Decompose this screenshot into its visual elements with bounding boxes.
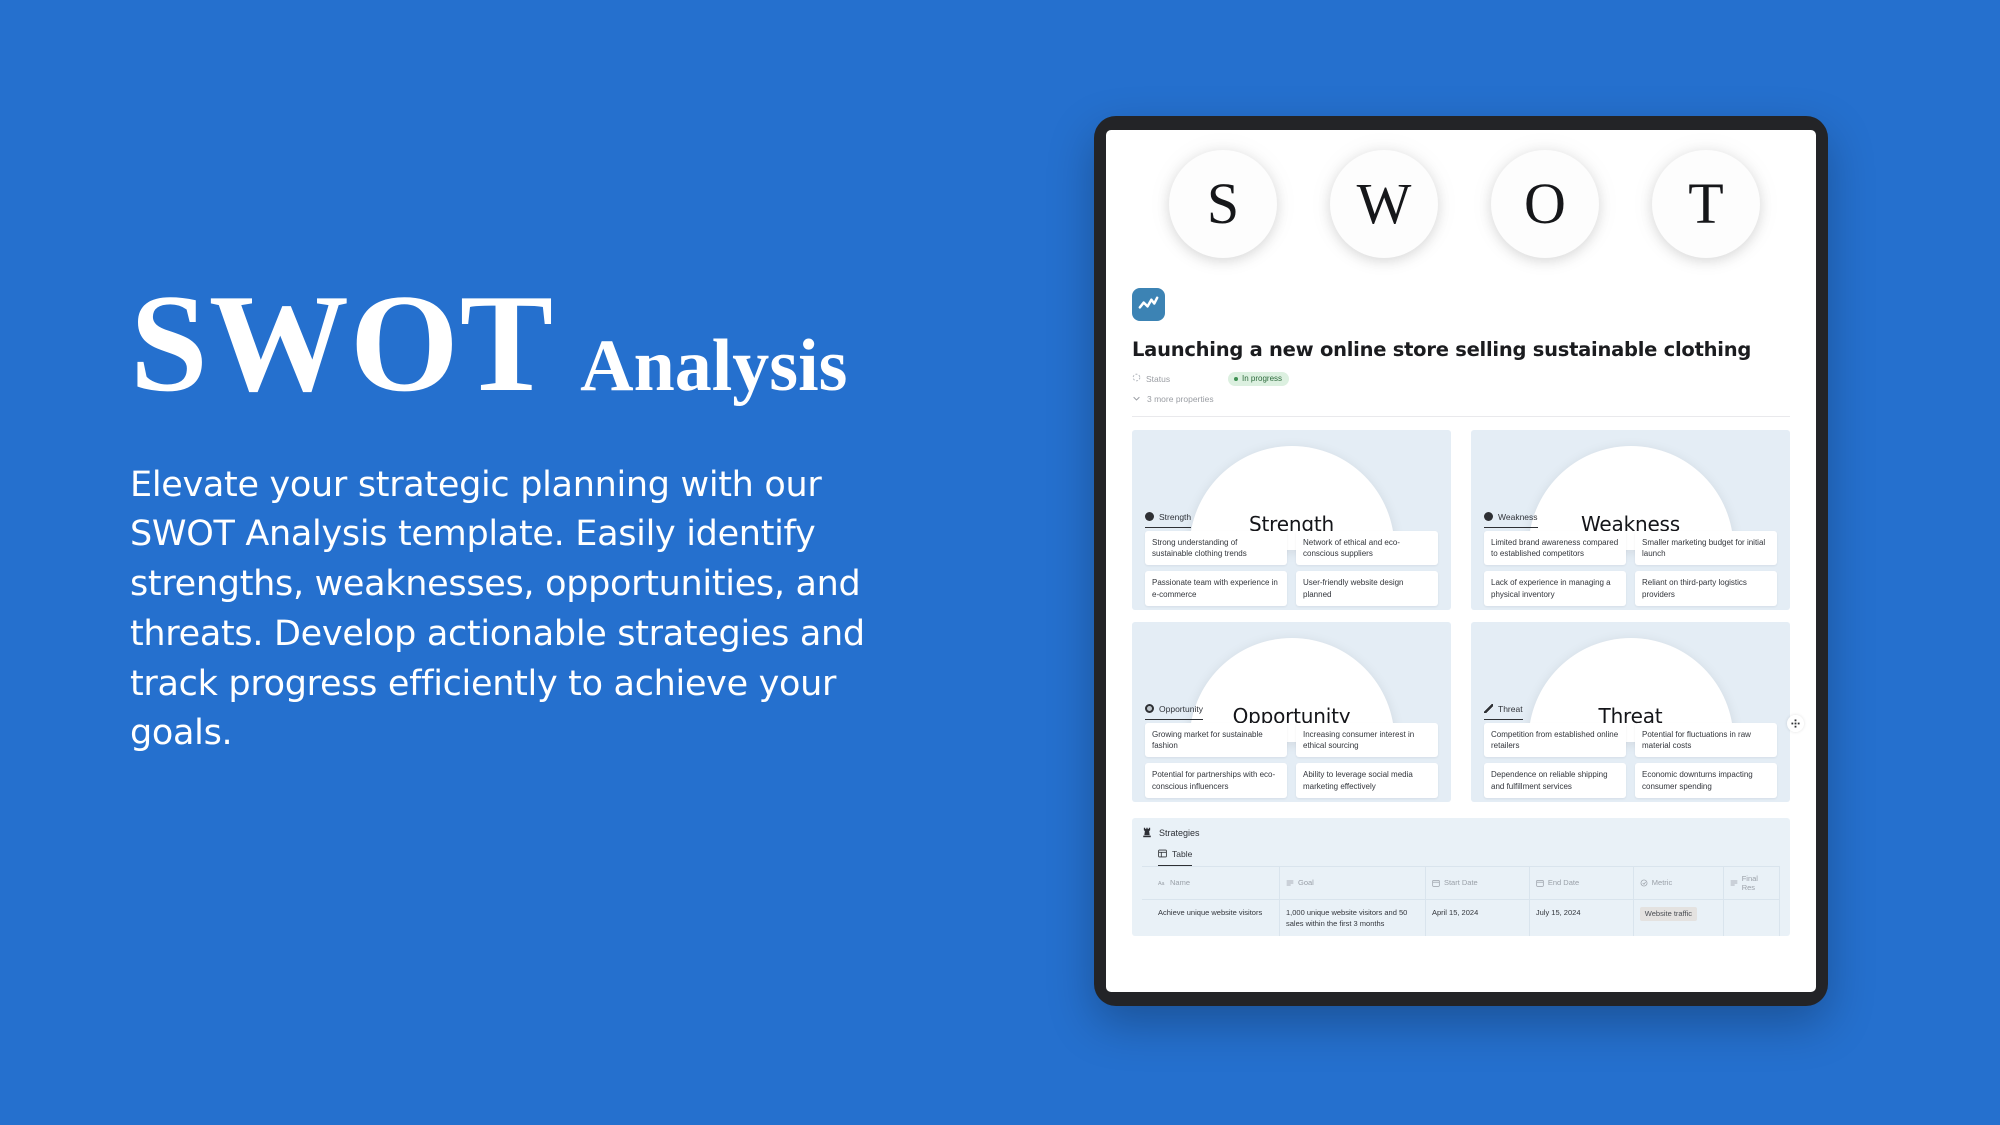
strategies-header: Strategies [1142,827,1780,840]
quadrant-card[interactable]: User-friendly website design planned [1296,571,1438,606]
cell-name[interactable]: Achieve unique website visitors [1142,899,1280,936]
quadrant-card[interactable]: Growing market for sustainable fashion [1145,722,1287,758]
promo-title-sub: Analysis [580,325,848,407]
quadrant-tab-label: Strength [1159,511,1192,522]
quadrant-card[interactable]: Network of ethical and eco-conscious sup… [1296,530,1438,566]
text-lines-icon [1730,879,1738,887]
quadrant-tab-threat[interactable]: Threat [1484,704,1523,720]
column-header-name[interactable]: Aa Name [1142,865,1280,900]
promo-title: SWOT Analysis [130,266,960,421]
status-label-group: Status [1132,373,1228,384]
quadrant-items-opportunity: Growing market for sustainable fashion I… [1145,722,1438,802]
strategies-view-tab-table[interactable]: Table [1158,849,1193,866]
quadrant-items-threat: Competition from established online reta… [1484,722,1777,802]
strategies-table: Aa Name Goal Start Date End Date Metric … [1142,865,1781,936]
promo-title-main: SWOT [130,266,555,421]
quadrant-threat: Threat Threat Competition from establish… [1471,621,1790,802]
quadrant-card[interactable]: Limited brand awareness compared to esta… [1484,530,1626,566]
quadrant-tab-label: Threat [1498,703,1523,714]
status-badge-label: In progress [1242,374,1283,383]
column-header-label: Final Res [1741,873,1758,892]
quadrant-card[interactable]: Dependence on reliable shipping and fulf… [1484,763,1626,798]
cell-end-date[interactable]: July 15, 2024 [1529,899,1634,936]
quadrant-card[interactable]: Ability to leverage social media marketi… [1296,763,1438,798]
column-header-goal[interactable]: Goal [1279,865,1426,900]
quadrant-tab-opportunity[interactable]: Opportunity [1145,704,1203,720]
target-icon [1145,704,1154,713]
promo-description: Elevate your strategic planning with our… [130,464,865,754]
swot-quadrant-grid: Strength Strength Strong understanding o… [1124,417,1798,802]
quadrant-card[interactable]: Reliant on third-party logistics provide… [1635,571,1777,606]
quadrant-opportunity: Opportunity Opportunity Growing market f… [1132,621,1451,802]
tablet-frame: S W O T Launching a new online store sel… [1094,116,1828,1006]
quadrant-card[interactable]: Potential for fluctuations in raw materi… [1635,722,1777,758]
select-icon [1640,879,1648,887]
swot-letter-row: S W O T [1124,130,1798,258]
pen-icon [1484,704,1493,713]
chess-rook-icon [1142,827,1152,840]
column-header-metric[interactable]: Metric [1633,865,1724,900]
metric-badge: Website traffic [1639,906,1698,921]
promo-panel: SWOT Analysis Elevate your strategic pla… [130,266,960,759]
quadrant-card[interactable]: Economic downturns impacting consumer sp… [1635,763,1777,798]
quadrant-card[interactable]: Competition from established online reta… [1484,722,1626,758]
quadrant-weakness: Weakness Weakness Limited brand awarenes… [1471,429,1790,610]
column-header-end-date[interactable]: End Date [1529,865,1634,900]
table-header-row: Aa Name Goal Start Date End Date Metric … [1142,865,1781,900]
letter-circle-w: W [1330,150,1438,258]
text-aa-icon: Aa [1158,879,1166,887]
strategies-view-tab-label: Table [1172,849,1193,859]
table-icon [1158,849,1167,860]
quadrant-card[interactable]: Potential for partnerships with eco-cons… [1145,763,1287,798]
circle-down-icon [1484,512,1493,521]
cell-start-date[interactable]: April 15, 2024 [1425,899,1530,936]
column-header-label: Metric [1651,878,1673,887]
calendar-icon [1536,879,1544,887]
line-chart-icon [1132,288,1165,321]
strategies-label: Strategies [1159,828,1200,838]
column-header-label: End Date [1547,878,1580,887]
more-properties-label: 3 more properties [1147,394,1214,404]
tablet-screen: S W O T Launching a new online store sel… [1106,130,1816,992]
page-title: Launching a new online store selling sus… [1132,338,1752,361]
more-properties-toggle[interactable]: 3 more properties [1132,394,1790,405]
circle-up-icon [1145,512,1154,521]
quadrant-strength: Strength Strength Strong understanding o… [1132,429,1451,610]
quadrant-card[interactable]: Strong understanding of sustainable clot… [1145,530,1287,566]
letter-circle-t: T [1652,150,1760,258]
column-header-label: Name [1170,878,1191,887]
calendar-icon [1432,879,1440,887]
column-header-label: Goal [1298,878,1314,887]
letter-circle-s: S [1169,150,1277,258]
quadrant-tab-label: Weakness [1498,511,1538,522]
column-header-final-res[interactable]: Final Res [1723,865,1781,900]
cell-goal[interactable]: 1,000 unique website visitors and 50 sal… [1279,899,1426,936]
svg-text:Aa: Aa [1158,881,1165,887]
status-property-row[interactable]: Status In progress [1132,372,1790,386]
status-badge[interactable]: In progress [1228,372,1290,386]
status-spinner-icon [1132,373,1141,384]
strategies-section: Strategies Table Aa Name Goal Start Date… [1132,817,1790,936]
text-lines-icon [1286,879,1294,887]
quadrant-card[interactable]: Increasing consumer interest in ethical … [1296,722,1438,758]
quadrant-items-weakness: Limited brand awareness compared to esta… [1484,530,1777,610]
column-header-start-date[interactable]: Start Date [1425,865,1530,900]
quadrant-card[interactable]: Lack of experience in managing a physica… [1484,571,1626,606]
chevron-down-icon [1132,394,1141,405]
quadrant-card[interactable]: Passionate team with experience in e-com… [1145,571,1287,606]
cell-final-res[interactable] [1723,899,1781,936]
cell-metric[interactable]: Website traffic [1633,899,1724,936]
status-label: Status [1146,373,1171,384]
quadrant-items-strength: Strong understanding of sustainable clot… [1145,530,1438,610]
resize-handle[interactable] [1787,715,1804,732]
page-header: Launching a new online store selling sus… [1124,258,1798,417]
quadrant-card[interactable]: Smaller marketing budget for initial lau… [1635,530,1777,566]
column-header-label: Start Date [1443,878,1478,887]
table-row[interactable]: Achieve unique website visitors 1,000 un… [1142,899,1781,936]
quadrant-tab-strength[interactable]: Strength [1145,511,1192,528]
letter-circle-o: O [1491,150,1599,258]
quadrant-tab-label: Opportunity [1159,703,1203,714]
quadrant-tab-weakness[interactable]: Weakness [1484,512,1538,528]
status-dot-icon [1234,376,1238,381]
